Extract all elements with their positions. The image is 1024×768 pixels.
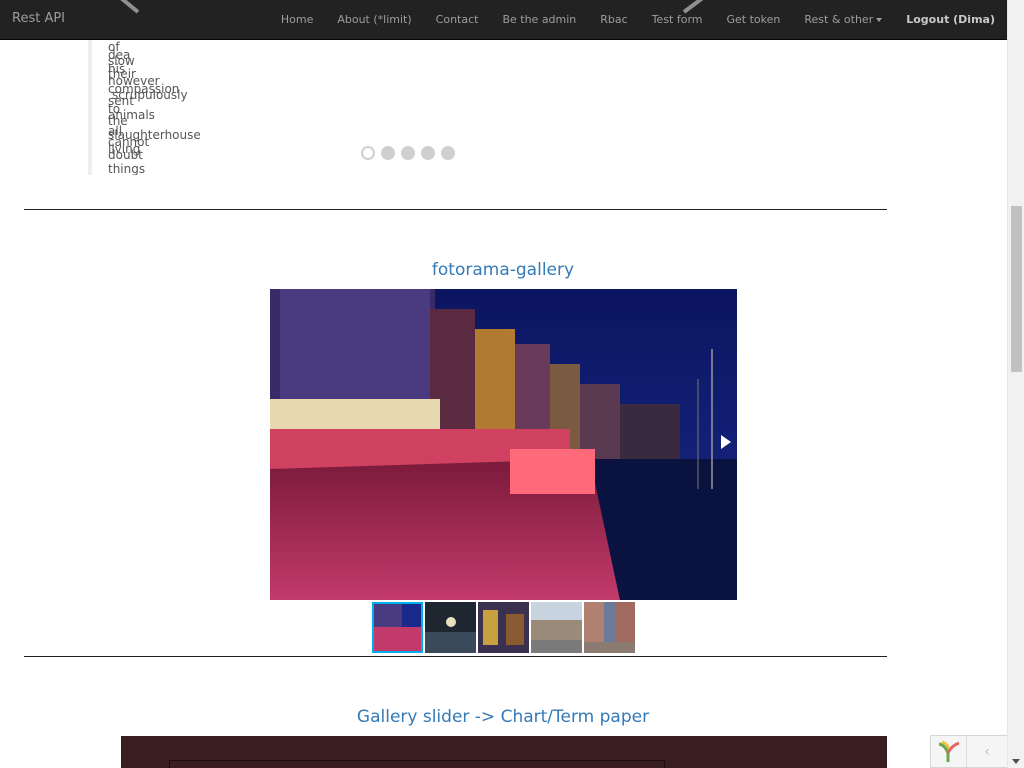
nav-get-token[interactable]: Get token [715, 0, 793, 40]
quote-word: doubt [108, 148, 143, 162]
caret-down-icon [876, 18, 883, 22]
quote-word: cannot [108, 135, 150, 149]
section-divider [24, 209, 887, 210]
thumbnail-image [531, 602, 582, 653]
thumbnail-image [372, 602, 423, 653]
scrollbar-thumb[interactable] [1011, 206, 1022, 372]
nav-menu: Home About (*limit) Contact Be the admin… [269, 0, 1007, 40]
nav-rest-other-dropdown[interactable]: Rest & other [792, 0, 894, 40]
carousel-dot[interactable] [361, 146, 375, 160]
section-divider [24, 656, 887, 657]
gallery-main-image[interactable] [270, 289, 737, 600]
gallery-thumbnails [372, 602, 635, 653]
nav-about[interactable]: About (*limit) [325, 0, 423, 40]
gallery-thumbnail[interactable] [478, 602, 529, 653]
carousel-ghost-left-icon [108, 0, 148, 16]
gallery-thumbnail[interactable] [531, 602, 582, 653]
brand-link[interactable]: Rest API [12, 11, 65, 26]
thumbnail-image [478, 602, 529, 653]
slider-section-title: Gallery slider -> Chart/Term paper [356, 707, 650, 727]
gallery-next-arrow-icon[interactable] [721, 435, 731, 449]
carousel-dot[interactable] [401, 146, 415, 160]
gallery-thumbnail[interactable] [372, 602, 423, 653]
carousel-dot[interactable] [381, 146, 395, 160]
top-navbar: Rest API Home About (*limit) Contact Be … [0, 0, 1007, 40]
yii-logo-icon[interactable] [931, 736, 967, 767]
page-scrollbar[interactable] [1007, 0, 1024, 768]
gallery-title: fotorama-gallery [431, 260, 575, 280]
scroll-down-arrow-icon[interactable] [1012, 759, 1020, 764]
gallery-thumbnail[interactable] [425, 602, 476, 653]
nav-logout[interactable]: Logout (Dima) [894, 0, 1007, 40]
slider-inner-frame [169, 760, 665, 768]
yii-debug-toolbar: ‹ [930, 735, 1007, 768]
nav-test-form[interactable]: Test form [640, 0, 715, 40]
thumbnail-image [425, 602, 476, 653]
night-harbor-photo [270, 289, 737, 600]
slider-container [121, 736, 887, 768]
nav-contact[interactable]: Contact [424, 0, 491, 40]
thumbnail-image [584, 602, 635, 653]
quote-word: sent [108, 94, 134, 108]
quote-word: the [108, 114, 128, 128]
nav-be-admin[interactable]: Be the admin [490, 0, 588, 40]
carousel-dot[interactable] [441, 146, 455, 160]
nav-rest-other-label: Rest & other [804, 13, 874, 26]
carousel-pagination [361, 146, 455, 160]
overlapping-quote-text: of slow his their however compassion to … [88, 40, 268, 175]
toolbar-collapse-icon[interactable]: ‹ [967, 744, 1007, 760]
nav-rbac[interactable]: Rbac [588, 0, 639, 40]
carousel-dot[interactable] [421, 146, 435, 160]
gallery-thumbnail[interactable] [584, 602, 635, 653]
nav-home[interactable]: Home [269, 0, 325, 40]
quote-word: things [108, 162, 146, 175]
quote-word: dea [108, 48, 131, 62]
